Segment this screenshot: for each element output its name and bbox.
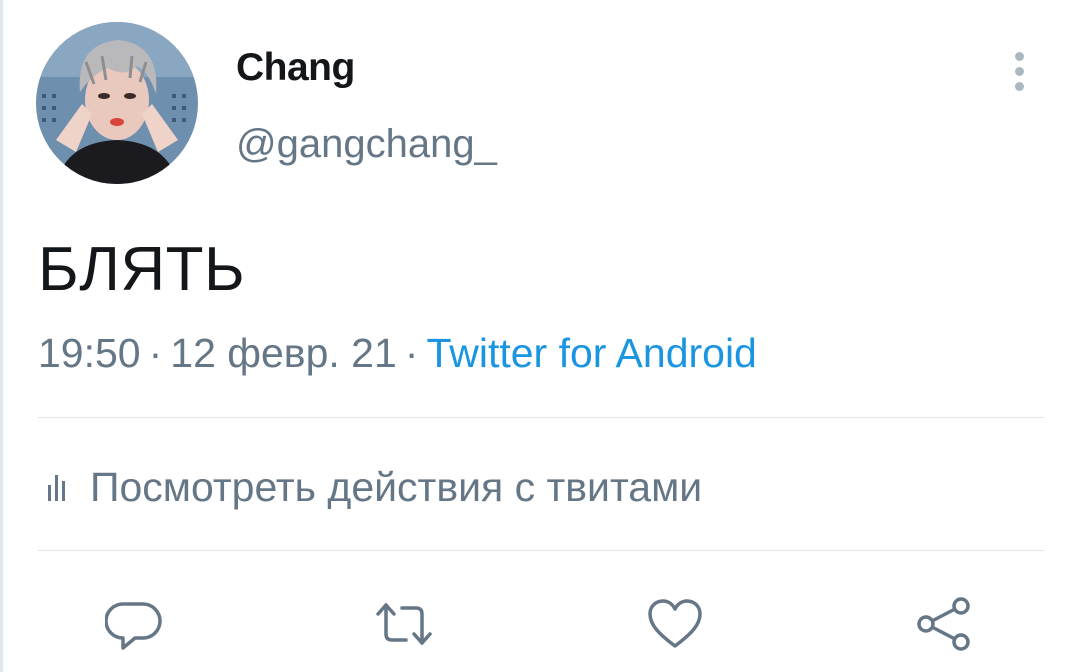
more-dot-icon bbox=[1015, 67, 1024, 76]
left-edge-line bbox=[0, 0, 3, 672]
divider-bottom bbox=[38, 550, 1044, 551]
tweet-activity-link[interactable]: Посмотреть действия с твитами bbox=[40, 462, 702, 512]
tweet-time: 19:50 bbox=[38, 330, 141, 376]
divider-top bbox=[38, 417, 1044, 418]
tweet-text: БЛЯТЬ bbox=[38, 235, 246, 304]
like-button[interactable] bbox=[645, 594, 705, 654]
tweet-date: 12 февр. 21 bbox=[170, 330, 397, 376]
heart-icon bbox=[648, 599, 702, 648]
display-name[interactable]: Chang bbox=[236, 46, 355, 90]
meta-separator: · bbox=[148, 330, 163, 376]
username[interactable]: @gangchang_ bbox=[236, 122, 497, 167]
more-dot-icon bbox=[1015, 82, 1024, 91]
reply-button[interactable] bbox=[104, 594, 165, 654]
tweet-source-link[interactable]: Twitter for Android bbox=[426, 330, 756, 376]
meta-separator: · bbox=[404, 330, 419, 376]
share-button[interactable] bbox=[914, 594, 974, 654]
retweet-button[interactable] bbox=[374, 594, 434, 654]
more-options-button[interactable] bbox=[1000, 46, 1040, 96]
comment-icon bbox=[104, 602, 162, 650]
bar-chart-icon bbox=[48, 475, 65, 501]
avatar[interactable] bbox=[36, 22, 198, 184]
retweet-icon bbox=[376, 603, 432, 645]
activity-label: Посмотреть действия с твитами bbox=[90, 463, 703, 510]
more-dot-icon bbox=[1015, 52, 1024, 61]
tweet-meta: 19:50 · 12 февр. 21 · Twitter for Android bbox=[38, 330, 757, 377]
share-icon bbox=[917, 597, 970, 651]
